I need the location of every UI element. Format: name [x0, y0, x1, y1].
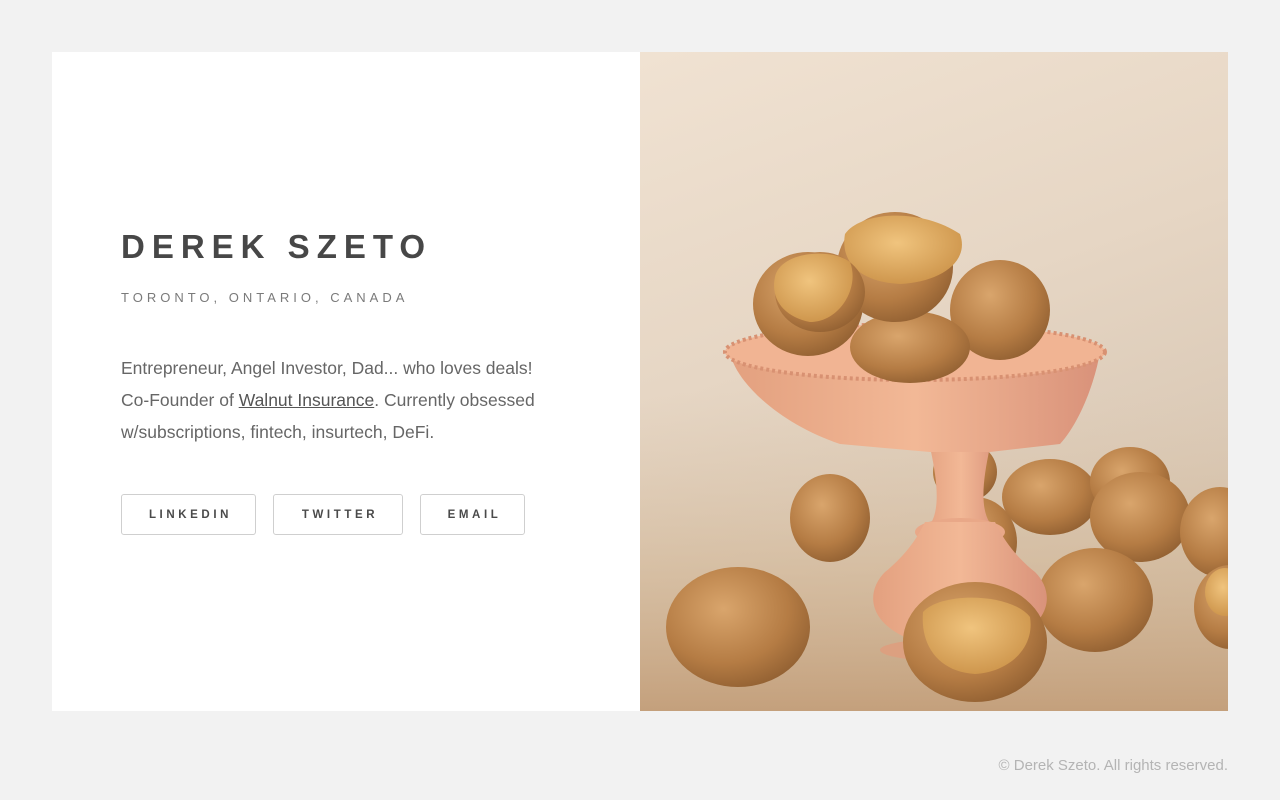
walnut-bowl-illustration	[640, 212, 1228, 711]
linkedin-button[interactable]: LINKEDIN	[121, 494, 256, 535]
email-button[interactable]: EMAIL	[420, 494, 525, 535]
twitter-button[interactable]: TWITTER	[273, 494, 403, 535]
walnut-bowl-photo	[640, 52, 1228, 711]
profile-panel: DEREK SZETO TORONTO, ONTARIO, CANADA Ent…	[52, 52, 640, 711]
walnut-insurance-link[interactable]: Walnut Insurance	[239, 390, 375, 410]
social-buttons: LINKEDIN TWITTER EMAIL	[121, 494, 551, 535]
profile-card: DEREK SZETO TORONTO, ONTARIO, CANADA Ent…	[52, 52, 1228, 711]
profile-name: DEREK SZETO	[121, 228, 433, 265]
profile-bio: Entrepreneur, Angel Investor, Dad... who…	[121, 352, 546, 448]
page: DEREK SZETO TORONTO, ONTARIO, CANADA Ent…	[0, 0, 1280, 800]
profile-content: DEREK SZETO TORONTO, ONTARIO, CANADA Ent…	[121, 228, 551, 535]
copyright-footer: © Derek Szeto. All rights reserved.	[998, 757, 1228, 774]
profile-location: TORONTO, ONTARIO, CANADA	[121, 290, 409, 305]
